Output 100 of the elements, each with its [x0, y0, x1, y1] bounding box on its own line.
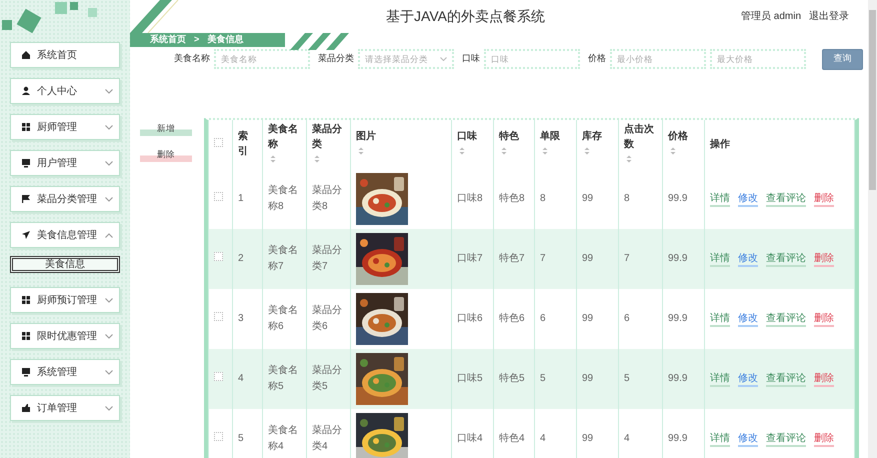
delete-button[interactable]: 删除 [140, 148, 192, 162]
table-cell: 口味5 [457, 372, 483, 384]
sort-icon [542, 147, 548, 156]
table-cell: 4 [540, 432, 546, 444]
table-cell: 5 [540, 372, 546, 384]
table-cell: 8 [624, 192, 630, 204]
comments-link[interactable]: 查看评论 [766, 192, 806, 206]
column-header[interactable]: 菜品分类 [312, 122, 345, 152]
column-header[interactable]: 价格 [668, 129, 699, 144]
table-cell: 5 [238, 432, 244, 444]
checkbox[interactable] [214, 192, 223, 200]
table-cell: 口味4 [457, 432, 483, 444]
table-cell: 99.9 [668, 432, 688, 444]
table-cell: 口味6 [457, 312, 483, 324]
checkbox[interactable] [214, 252, 223, 260]
paper-plane-icon [21, 230, 31, 240]
grid-icon [21, 331, 31, 341]
table-cell: 99 [582, 252, 594, 264]
comments-link[interactable]: 查看评论 [766, 312, 806, 326]
delete-link[interactable]: 删除 [814, 252, 834, 266]
table-cell: 2 [238, 252, 244, 264]
table-cell: 99.9 [668, 312, 688, 324]
checkbox[interactable] [214, 138, 223, 146]
table-cell: 口味7 [457, 252, 483, 264]
input-field[interactable]: 口味 [484, 49, 580, 69]
user-icon [21, 86, 31, 96]
column-header[interactable]: 单限 [540, 129, 571, 144]
table-cell: 特色4 [499, 432, 525, 444]
comments-link[interactable]: 查看评论 [766, 372, 806, 386]
detail-link[interactable]: 详情 [710, 192, 730, 206]
detail-link[interactable]: 详情 [710, 372, 730, 386]
edit-link[interactable]: 修改 [738, 312, 758, 326]
page-title: 基于JAVA的外卖点餐系统 [386, 7, 545, 26]
input-field[interactable]: 最小价格 [610, 49, 706, 69]
scrollbar[interactable] [868, 0, 877, 458]
table-cell: 5 [624, 372, 630, 384]
thumbs-up-icon [21, 403, 31, 413]
table-cell: 特色5 [499, 372, 525, 384]
logout-link[interactable]: 退出登录 [809, 9, 849, 24]
column-header[interactable]: 库存 [582, 129, 613, 144]
sidebar-item[interactable]: 订单管理 [10, 395, 120, 421]
monitor-icon [21, 367, 31, 377]
sort-icon [670, 147, 676, 156]
flag-icon [21, 194, 31, 204]
sidebar-item[interactable]: 厨师管理 [10, 114, 120, 140]
checkbox[interactable] [214, 372, 223, 380]
grid-icon [21, 122, 31, 132]
column-header[interactable]: 口味 [457, 129, 488, 144]
add-button[interactable]: 新增 [140, 122, 192, 136]
sidebar-item[interactable]: 厨师预订管理 [10, 287, 120, 313]
delete-link[interactable]: 删除 [814, 312, 834, 326]
sidebar-item[interactable]: 限时优惠管理 [10, 323, 120, 349]
sidebar-item[interactable]: 系统管理 [10, 359, 120, 385]
field-label: 价格 [588, 52, 606, 66]
column-header[interactable]: 美食名称 [268, 122, 301, 152]
table-cell: 菜品分类6 [312, 304, 342, 332]
delete-link[interactable]: 删除 [814, 432, 834, 446]
column-header[interactable]: 特色 [499, 129, 529, 144]
checkbox[interactable] [214, 432, 223, 440]
table-cell: 4 [238, 372, 244, 384]
sidebar-item[interactable]: 个人中心 [10, 78, 120, 104]
breadcrumb-separator: > [194, 33, 200, 46]
table-cell: 菜品分类7 [312, 244, 342, 272]
detail-link[interactable]: 详情 [710, 312, 730, 326]
checkbox[interactable] [214, 312, 223, 320]
edit-link[interactable]: 修改 [738, 372, 758, 386]
comments-link[interactable]: 查看评论 [766, 252, 806, 266]
edit-link[interactable]: 修改 [738, 432, 758, 446]
input-field[interactable]: 美食名称 [214, 49, 310, 69]
detail-link[interactable]: 详情 [710, 252, 730, 266]
table-cell: 6 [624, 312, 630, 324]
column-header: 索引 [238, 130, 249, 159]
edit-link[interactable]: 修改 [738, 252, 758, 266]
table-cell: 特色7 [499, 252, 525, 264]
table-cell: 菜品分类8 [312, 184, 342, 212]
comments-link[interactable]: 查看评论 [766, 432, 806, 446]
sidebar-item[interactable]: 用户管理 [10, 150, 120, 176]
table-cell: 美食名称7 [268, 244, 298, 272]
sidebar-subitem[interactable]: 美食信息 [10, 256, 120, 273]
table-cell: 99.9 [668, 372, 688, 384]
column-header[interactable]: 点击次数 [624, 122, 657, 152]
sort-icon [501, 147, 507, 156]
delete-link[interactable]: 删除 [814, 192, 834, 206]
sidebar-item[interactable]: 美食信息管理 [10, 222, 120, 248]
sidebar-item[interactable]: 系统首页 [10, 42, 120, 68]
sort-icon [584, 147, 590, 156]
table-cell: 菜品分类5 [312, 364, 342, 392]
table-cell: 99 [582, 372, 594, 384]
table-cell: 99 [582, 312, 594, 324]
table-cell: 4 [624, 432, 630, 444]
grid-icon [21, 295, 31, 305]
detail-link[interactable]: 详情 [710, 432, 730, 446]
delete-link[interactable]: 删除 [814, 372, 834, 386]
home-icon [21, 50, 31, 60]
column-header[interactable]: 图片 [356, 129, 446, 144]
table-cell: 99.9 [668, 192, 688, 204]
table-cell: 口味8 [457, 192, 483, 204]
edit-link[interactable]: 修改 [738, 192, 758, 206]
input-field[interactable]: 最大价格 [710, 49, 806, 69]
sidebar-item[interactable]: 菜品分类管理 [10, 186, 120, 212]
